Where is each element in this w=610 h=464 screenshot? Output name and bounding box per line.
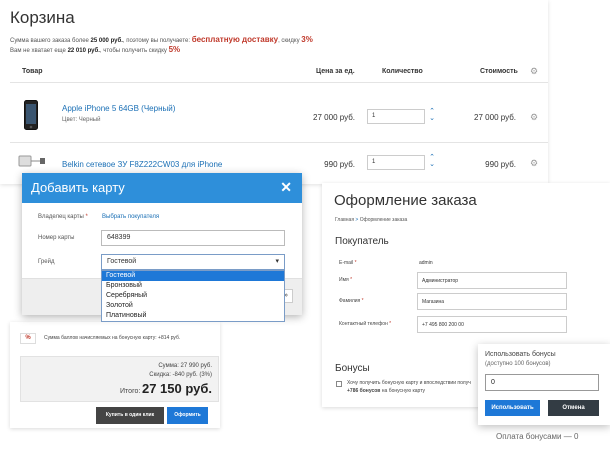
bonus-accrual-text: Сумма баллов начисляемых на бонусную кар… — [44, 335, 181, 341]
cart-panel: Корзина Сумма вашего заказа более 25 000… — [0, 0, 548, 184]
cancel-button[interactable]: Отмена — [548, 400, 599, 416]
grade-dropdown-list: Гостевой Бронзовый Серебряный Золотой Пл… — [101, 270, 285, 322]
card-number-field[interactable]: 648399 — [101, 230, 285, 246]
chevron-right-icon: > — [355, 217, 359, 223]
one-click-buy-button[interactable]: Купить в один клик — [96, 407, 164, 424]
quantity-stepper[interactable]: ⌃ ⌄ — [428, 154, 436, 170]
grade-label: Грейд — [38, 259, 55, 265]
totals-box: Сумма: 27 990 руб. Скидка: -840 руб. (3%… — [20, 356, 219, 402]
chevron-down-icon: ▾ — [275, 258, 279, 265]
bonus-amount-text: +786 бонусов на бонусную карту — [347, 388, 426, 394]
unit-price: 990 руб. — [324, 160, 355, 169]
surname-field[interactable]: Магазина — [417, 293, 567, 310]
modal-header: Добавить карту ✕ — [22, 173, 302, 203]
modal-title: Добавить карту — [31, 180, 125, 195]
remove-item-gear-icon[interactable]: ⚙ — [530, 112, 538, 123]
charger-thumbnail[interactable] — [18, 154, 48, 168]
popup-title: Использовать бонусы — [485, 351, 556, 358]
column-price: Цена за ед. — [316, 68, 355, 75]
quantity-input[interactable]: 1 — [367, 109, 425, 124]
buyer-heading: Покупатель — [335, 236, 389, 247]
divider — [10, 142, 548, 143]
promo-line-2: Вам не хватает еще 22 010 руб., чтобы по… — [10, 45, 181, 54]
total-value: 27 150 руб. — [141, 381, 212, 396]
bonus-card-checkbox[interactable] — [336, 381, 342, 387]
iphone-thumbnail[interactable] — [24, 100, 38, 130]
card-number-label: Номер карты — [38, 235, 75, 241]
product-name-link[interactable]: Apple iPhone 5 64GB (Черный) — [62, 104, 175, 113]
bonus-amount-input[interactable]: 0 — [485, 374, 599, 391]
sum-line: Сумма: 27 990 руб. — [158, 363, 212, 369]
unit-price: 27 000 руб. — [313, 113, 355, 122]
percent-icon: % — [20, 333, 36, 344]
product-color: Цвет: Черный — [62, 117, 101, 123]
select-buyer-link[interactable]: Выбрать покупателя — [102, 214, 159, 220]
name-label: Имя * — [339, 277, 353, 283]
breadcrumb: Главная > Оформление заказа — [335, 217, 407, 223]
add-card-modal: Добавить карту ✕ Владелец карты * Выбрат… — [22, 173, 302, 322]
email-value: admin — [419, 260, 433, 266]
column-qty: Количество — [382, 68, 423, 75]
checkout-title: Оформление заказа — [334, 192, 477, 209]
bonus-card-checkbox-label: Хочу получить бонусную карту и впоследст… — [347, 380, 471, 386]
quantity-input[interactable]: 1 — [367, 155, 425, 170]
line-cost: 27 000 руб. — [474, 113, 516, 122]
bonus-payment-line: Оплата бонусами — 0 — [496, 432, 579, 441]
breadcrumb-current: Оформление заказа — [359, 217, 408, 223]
cart-title: Корзина — [10, 8, 75, 27]
use-bonuses-popup: Использовать бонусы (доступно 100 бонусо… — [478, 344, 610, 425]
name-field[interactable]: Администратор — [417, 272, 567, 289]
promo-line-1: Сумма вашего заказа более 25 000 руб., п… — [10, 35, 313, 44]
total-line: Итого: 27 150 руб. — [120, 381, 212, 396]
remove-item-gear-icon[interactable]: ⚙ — [530, 158, 538, 169]
checkout-button[interactable]: Оформить — [167, 407, 208, 424]
breadcrumb-home-link[interactable]: Главная — [335, 217, 354, 223]
order-summary-panel: % Сумма баллов начисляемых на бонусную к… — [10, 322, 220, 428]
use-bonuses-button[interactable]: Использовать — [485, 400, 540, 416]
available-bonuses: (доступно 100 бонусов) — [485, 361, 551, 367]
grade-option[interactable]: Платиновый — [102, 311, 284, 321]
grade-option[interactable]: Серебряный — [102, 291, 284, 301]
grade-select[interactable]: Гостевой ▾ — [101, 254, 285, 270]
close-icon[interactable]: ✕ — [280, 179, 292, 196]
column-cost: Стоимость — [480, 68, 518, 75]
grade-option[interactable]: Бронзовый — [102, 281, 284, 291]
owner-label: Владелец карты * — [38, 214, 88, 220]
quantity-stepper[interactable]: ⌃ ⌄ — [428, 108, 436, 124]
phone-label: Контактный телефон * — [339, 321, 392, 327]
bonus-heading: Бонусы — [335, 363, 370, 374]
surname-label: Фамилия * — [339, 298, 364, 304]
email-label: E-mail * — [339, 260, 357, 266]
settings-gear-icon[interactable]: ⚙ — [530, 66, 538, 77]
phone-field[interactable]: +7 495 800 200 00 — [417, 316, 567, 333]
grade-option[interactable]: Гостевой — [102, 271, 284, 281]
discount-line: Скидка: -840 руб. (3%) — [149, 372, 212, 378]
grade-option[interactable]: Золотой — [102, 301, 284, 311]
column-product: Товар — [22, 68, 43, 75]
line-cost: 990 руб. — [485, 160, 516, 169]
product-name-link[interactable]: Belkin сетевое ЗУ F8Z222CW03 для iPhone — [62, 160, 222, 169]
divider — [10, 82, 548, 83]
